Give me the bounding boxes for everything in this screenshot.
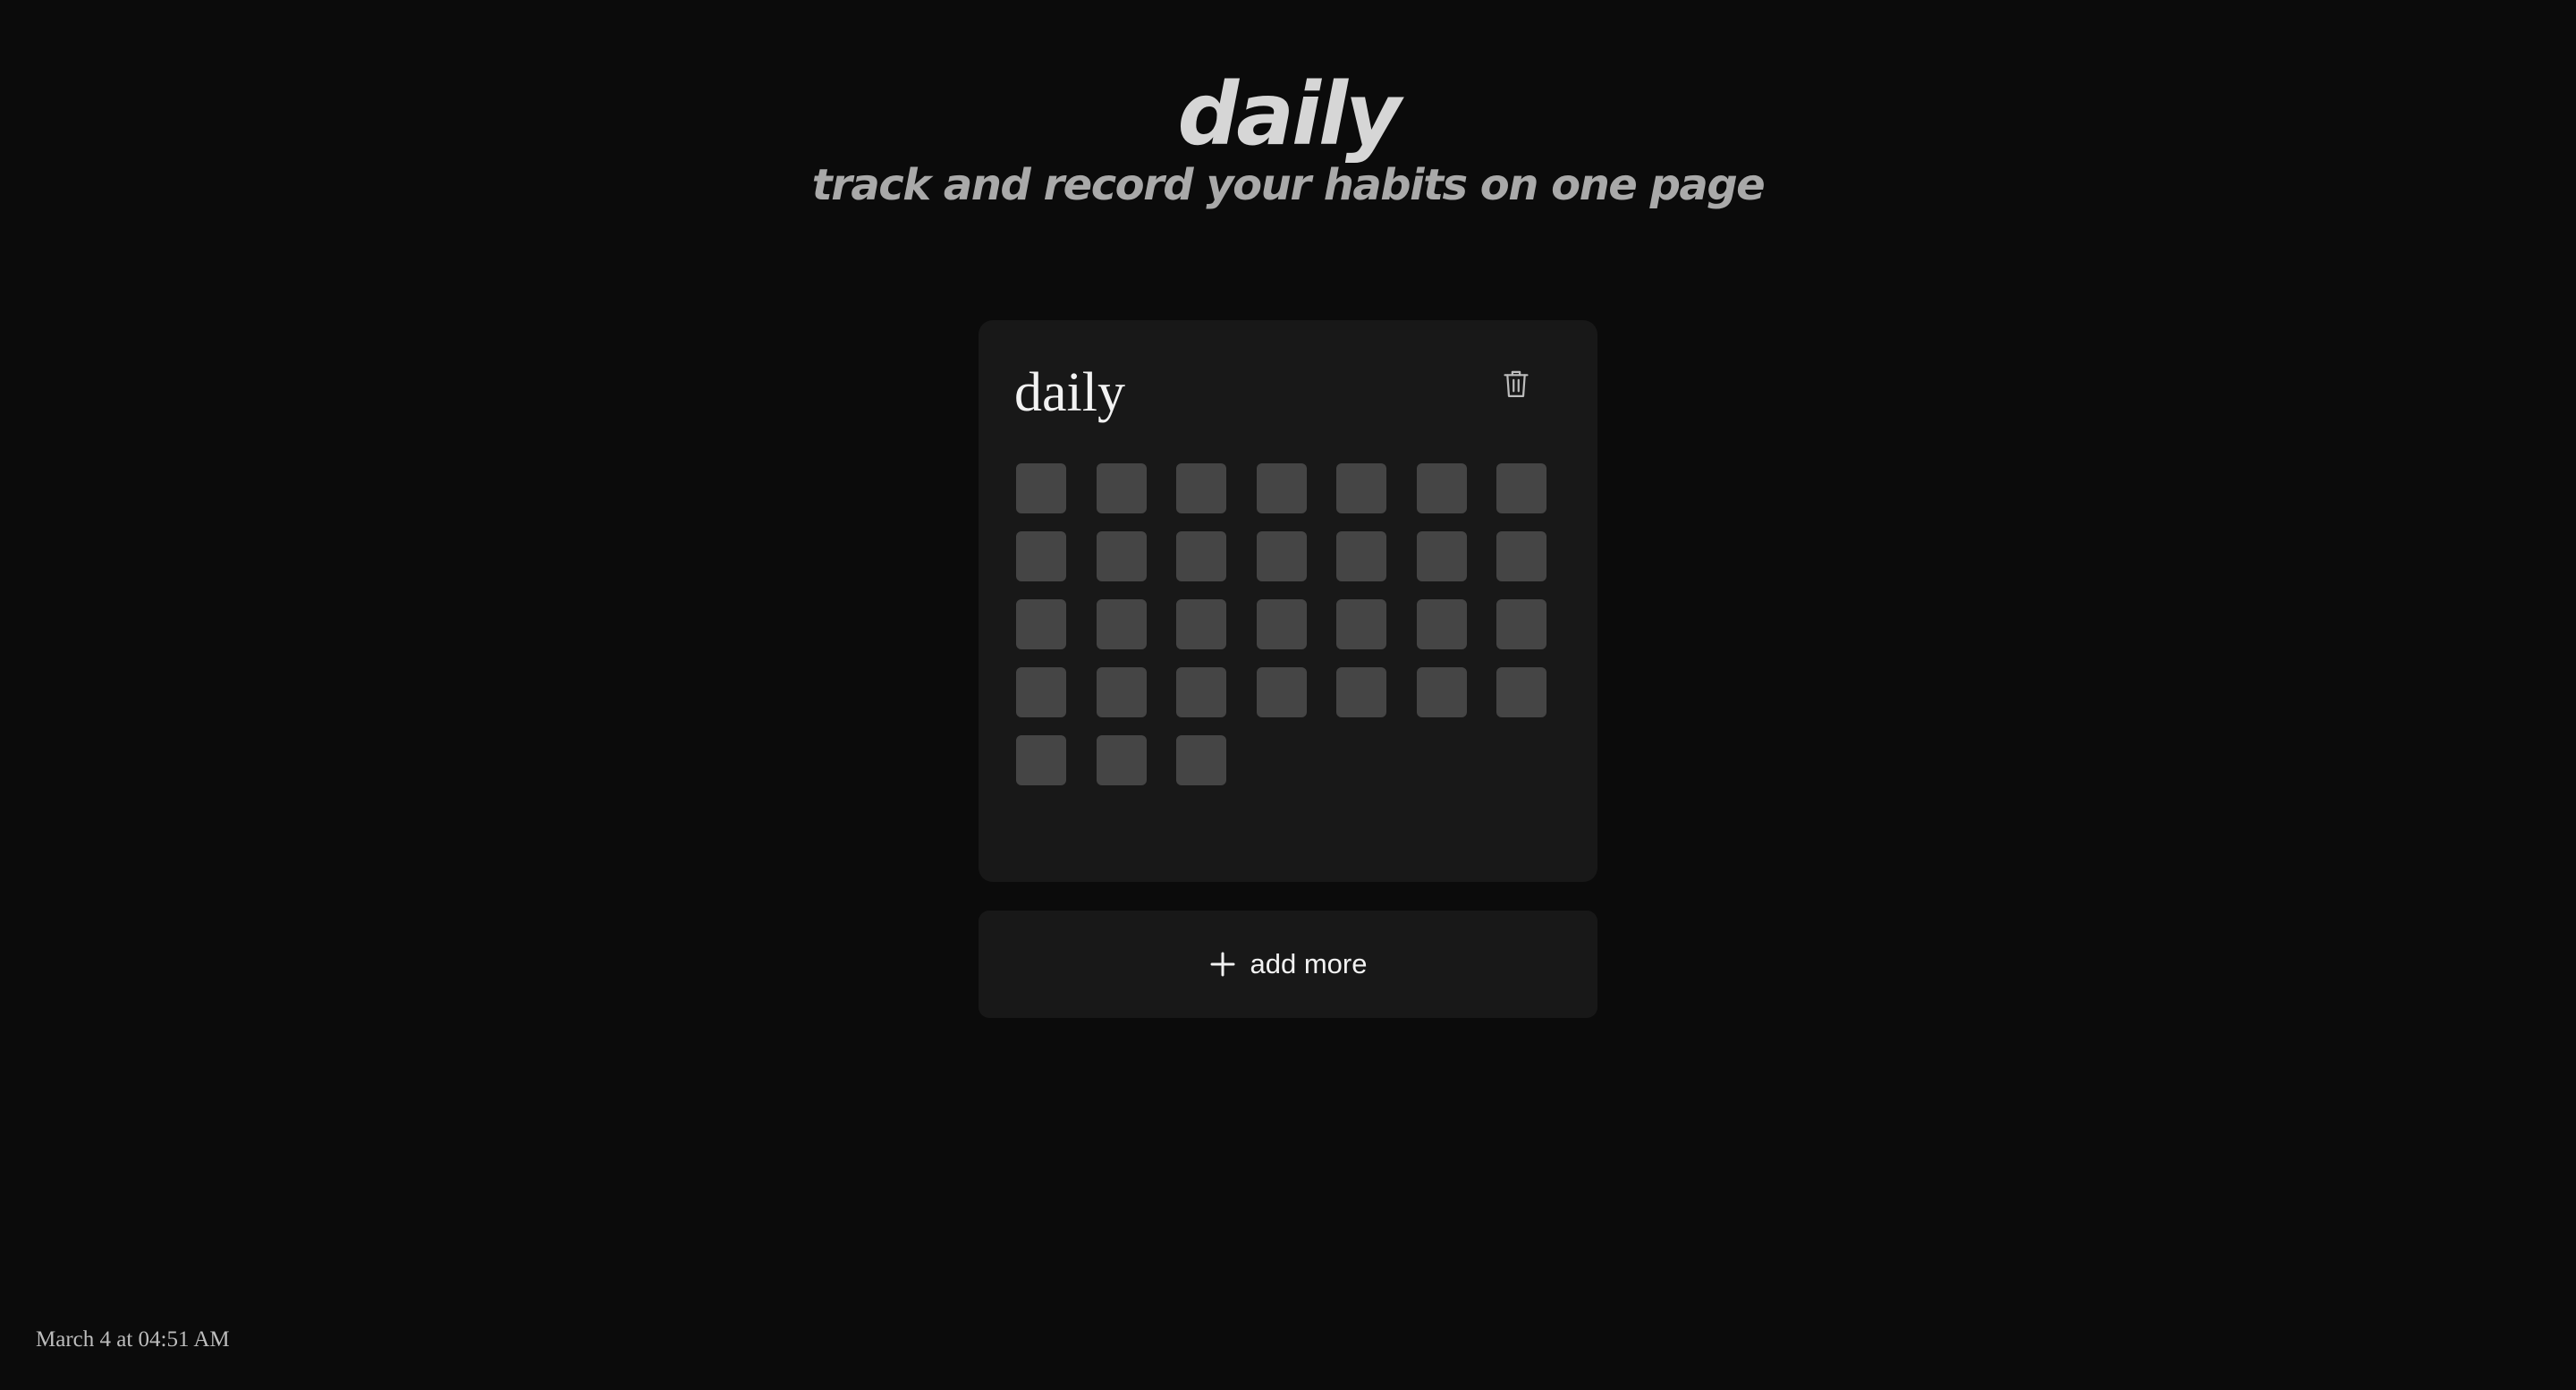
habit-card: daily (979, 320, 1597, 882)
day-cell[interactable] (1016, 599, 1066, 649)
day-cell[interactable] (1256, 599, 1307, 649)
day-cell[interactable] (1176, 667, 1226, 717)
day-cell[interactable] (1096, 667, 1147, 717)
day-cell[interactable] (1016, 463, 1066, 513)
day-cell[interactable] (1336, 599, 1386, 649)
day-cell[interactable] (1496, 531, 1546, 581)
day-cell[interactable] (1016, 667, 1066, 717)
day-cell[interactable] (1496, 599, 1546, 649)
day-cell[interactable] (1496, 463, 1546, 513)
day-cell[interactable] (1176, 463, 1226, 513)
day-cell[interactable] (1096, 463, 1147, 513)
delete-habit-button[interactable] (1494, 361, 1538, 406)
day-cell[interactable] (1336, 463, 1386, 513)
day-cell[interactable] (1336, 667, 1386, 717)
day-cell[interactable] (1176, 735, 1226, 785)
plus-icon (1210, 952, 1235, 977)
day-cell[interactable] (1416, 599, 1467, 649)
day-cell[interactable] (1416, 531, 1467, 581)
day-cell[interactable] (1096, 735, 1147, 785)
add-more-button[interactable]: add more (979, 911, 1597, 1018)
trash-icon (1504, 370, 1529, 397)
day-cell[interactable] (1016, 735, 1066, 785)
day-cell[interactable] (1096, 599, 1147, 649)
day-cell[interactable] (1256, 463, 1307, 513)
app-title: daily (1177, 64, 1402, 165)
day-cell[interactable] (1096, 531, 1147, 581)
habit-name[interactable]: daily (1014, 352, 1125, 433)
day-cell[interactable] (1336, 531, 1386, 581)
day-cell[interactable] (1416, 667, 1467, 717)
add-more-label: add more (1250, 948, 1368, 979)
day-cell[interactable] (1256, 667, 1307, 717)
timestamp: March 4 at 04:51 AM (36, 1327, 230, 1352)
day-cell[interactable] (1176, 599, 1226, 649)
day-cell[interactable] (1176, 531, 1226, 581)
day-cell[interactable] (1016, 531, 1066, 581)
day-cell[interactable] (1256, 531, 1307, 581)
day-cell[interactable] (1416, 463, 1467, 513)
day-cell[interactable] (1496, 667, 1546, 717)
day-grid (1016, 463, 1546, 785)
app-subtitle: track and record your habits on one page (811, 160, 1766, 210)
